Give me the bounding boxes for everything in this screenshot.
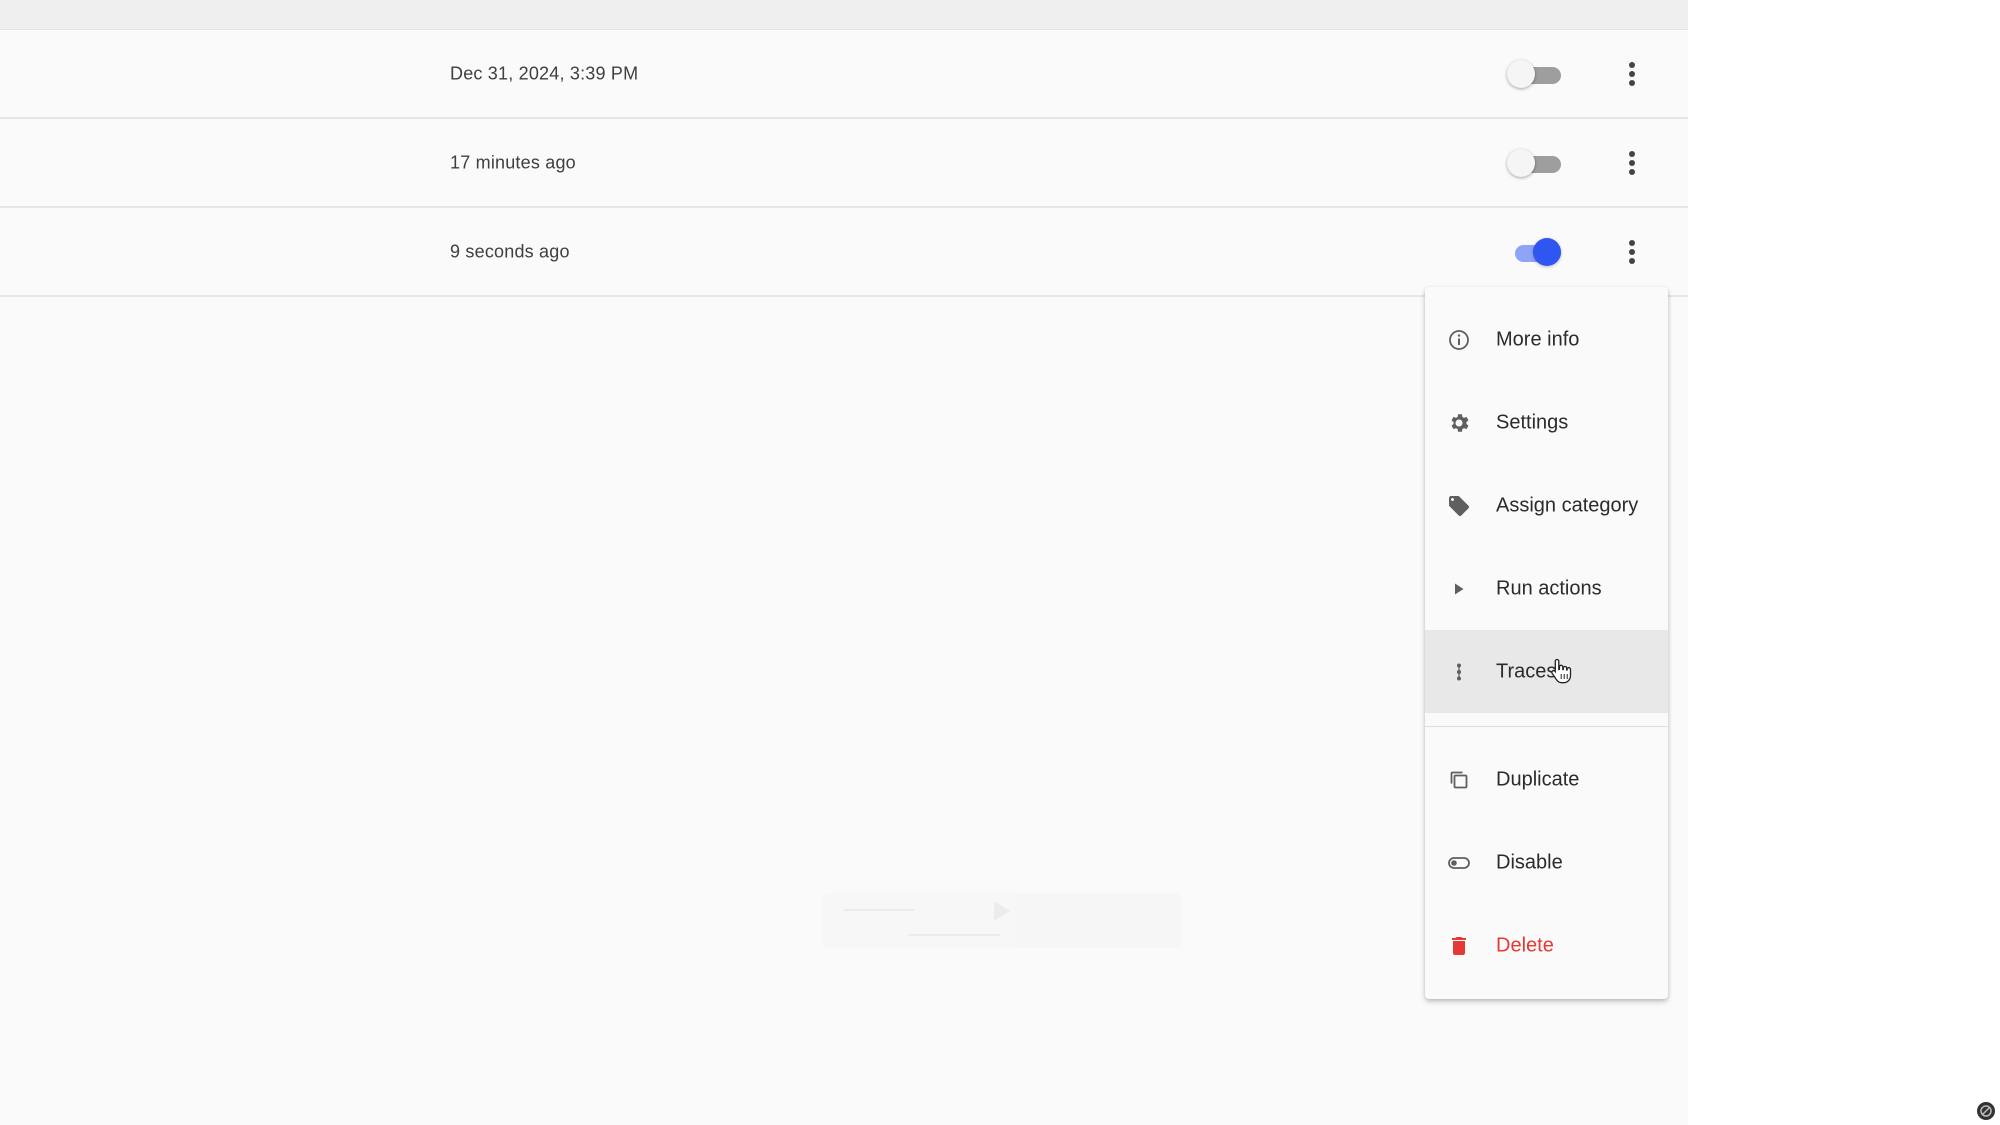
menu-item-delete[interactable]: Delete [1425,904,1668,987]
last-triggered-time: 9 seconds ago [450,241,570,262]
menu-item-label: Traces [1496,660,1557,682]
duplicate-icon [1447,768,1471,792]
enable-toggle[interactable] [1507,237,1561,267]
player-progress-bar [908,934,1000,936]
menu-item-label: Disable [1496,851,1563,873]
menu-item-disable[interactable]: Disable [1425,821,1668,904]
menu-item-label: Run actions [1496,577,1602,599]
table-row[interactable]: Dec 31, 2024, 3:39 PM [0,31,1688,119]
menu-item-run-actions[interactable]: Run actions [1425,547,1668,630]
table-header-strip [0,0,1688,30]
menu-item-label: Delete [1496,934,1554,956]
menu-divider [1425,726,1668,727]
last-triggered-time: Dec 31, 2024, 3:39 PM [450,63,639,84]
menu-item-label: Assign category [1496,494,1639,516]
tag-icon [1447,494,1471,518]
play-icon [1447,577,1471,601]
table-row[interactable]: 9 seconds ago [0,209,1688,297]
menu-item-label: More info [1496,328,1580,350]
menu-item-label: Duplicate [1496,768,1580,790]
faded-media-player-overlay [822,893,1182,948]
menu-item-settings[interactable]: Settings [1425,381,1668,464]
more-vert-icon [1629,151,1635,175]
row-overflow-menu-button[interactable] [1612,54,1652,94]
more-vert-icon [1629,62,1635,86]
traces-icon [1447,660,1471,684]
enable-toggle[interactable] [1507,59,1561,89]
toggle-knob [1507,60,1535,88]
info-icon [1447,328,1471,352]
menu-item-duplicate[interactable]: Duplicate [1425,738,1668,821]
gear-icon [1447,411,1471,435]
menu-item-label: Settings [1496,411,1569,433]
table-row[interactable]: 17 minutes ago [0,120,1688,208]
recording-badge-icon [1976,1101,1996,1121]
play-icon [994,901,1010,921]
row-overflow-menu-button[interactable] [1612,232,1652,272]
enable-toggle[interactable] [1507,148,1561,178]
trash-icon [1447,934,1471,958]
last-triggered-time: 17 minutes ago [450,152,576,173]
toggle-off-icon [1447,851,1471,875]
row-overflow-menu-button[interactable] [1612,143,1652,183]
menu-item-assign-category[interactable]: Assign category [1425,464,1668,547]
toggle-knob [1533,238,1561,266]
toggle-knob [1507,149,1535,177]
more-vert-icon [1629,240,1635,264]
menu-item-traces[interactable]: Traces [1425,630,1668,713]
row-context-menu: More info Settings Assign category Run a… [1425,287,1668,999]
menu-item-more-info[interactable]: More info [1425,298,1668,381]
player-volume-bar [844,909,914,911]
